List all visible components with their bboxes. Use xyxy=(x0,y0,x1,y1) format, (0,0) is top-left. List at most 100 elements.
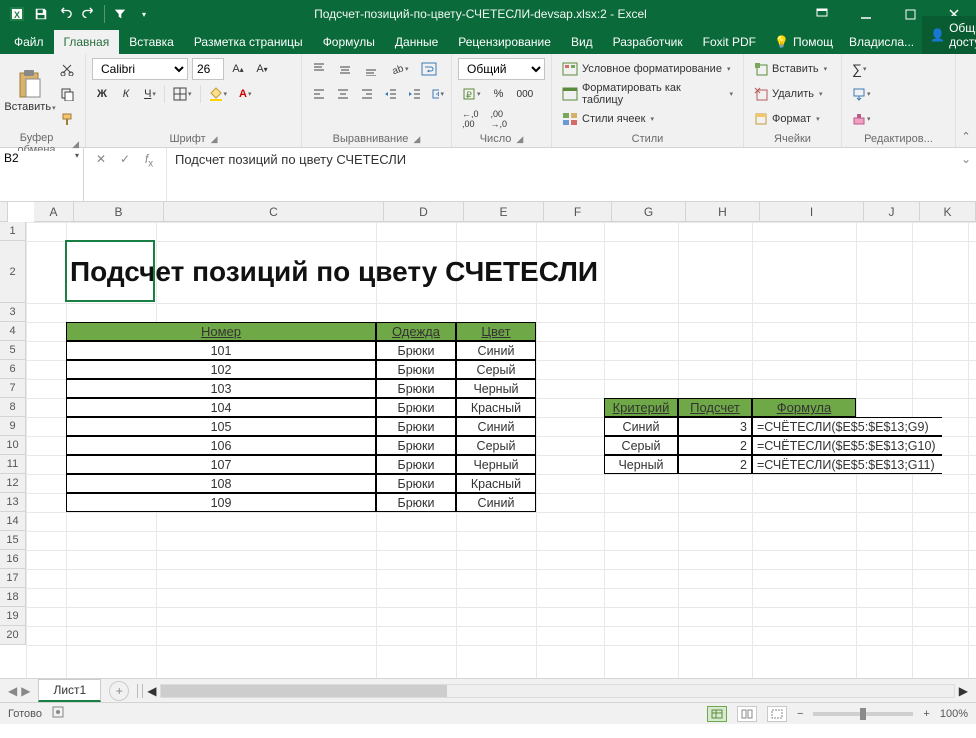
share-button[interactable]: 👤Общий доступ xyxy=(922,16,976,54)
view-page-break-icon[interactable] xyxy=(767,706,787,722)
paste-button[interactable]: Вставить xyxy=(6,58,54,124)
zoom-out-icon[interactable]: − xyxy=(797,708,803,720)
minimize-icon[interactable] xyxy=(844,0,888,28)
cell[interactable]: Цвет xyxy=(456,322,536,341)
cell[interactable]: 109 xyxy=(66,493,376,512)
fx-icon[interactable]: fx xyxy=(140,152,158,169)
tab-view[interactable]: Вид xyxy=(561,30,603,54)
expand-formula-bar-icon[interactable]: ⌄ xyxy=(956,148,976,201)
undo-icon[interactable] xyxy=(54,3,76,25)
tab-home[interactable]: Главная xyxy=(54,30,120,54)
cell[interactable]: 3 xyxy=(678,417,752,436)
orientation-icon[interactable]: ab xyxy=(386,58,413,80)
cell[interactable]: Брюки xyxy=(376,417,456,436)
underline-button[interactable]: Ч xyxy=(140,83,160,105)
column-headers[interactable]: ABCDEFGHIJK xyxy=(34,202,976,222)
tab-insert[interactable]: Вставка xyxy=(119,30,184,54)
italic-button[interactable]: К xyxy=(116,83,136,105)
cell[interactable]: Подсчет позиций по цвету СЧЕТЕСЛИ xyxy=(66,241,856,303)
cell[interactable]: Черный xyxy=(456,455,536,474)
name-box-input[interactable] xyxy=(4,151,73,165)
redo-icon[interactable] xyxy=(78,3,100,25)
formula-text[interactable]: Подсчет позиций по цвету СЧЕТЕСЛИ xyxy=(167,148,956,201)
cell[interactable]: Серый xyxy=(456,436,536,455)
zoom-slider[interactable] xyxy=(813,712,913,716)
cell[interactable]: 108 xyxy=(66,474,376,493)
conditional-formatting-button[interactable]: Условное форматирование xyxy=(558,58,734,80)
cell-grid[interactable]: Подсчет позиций по цвету СЧЕТЕСЛИ НомерОд… xyxy=(26,222,976,678)
cell[interactable]: Номер xyxy=(66,322,376,341)
cell[interactable]: 102 xyxy=(66,360,376,379)
fill-icon[interactable] xyxy=(848,83,875,105)
cell[interactable]: Синий xyxy=(456,417,536,436)
cell[interactable]: Брюки xyxy=(376,398,456,417)
scroll-right-icon[interactable]: ▶ xyxy=(959,684,968,698)
tab-page-layout[interactable]: Разметка страницы xyxy=(184,30,313,54)
cell[interactable]: Брюки xyxy=(376,436,456,455)
horizontal-scrollbar[interactable] xyxy=(160,684,954,698)
qat-customize-icon[interactable]: ▾ xyxy=(133,3,155,25)
number-format-select[interactable]: Общий xyxy=(458,58,545,80)
tab-foxit[interactable]: Foxit PDF xyxy=(693,30,766,54)
tab-review[interactable]: Рецензирование xyxy=(448,30,561,54)
tab-developer[interactable]: Разработчик xyxy=(603,30,693,54)
cell[interactable]: Синий xyxy=(456,493,536,512)
tab-file[interactable]: Файл xyxy=(4,30,54,54)
ribbon-options-icon[interactable] xyxy=(800,0,844,28)
cell[interactable]: =СЧЁТЕСЛИ($E$5:$E$13;G9) xyxy=(752,417,942,436)
insert-cells-button[interactable]: Вставить xyxy=(750,58,831,80)
decrease-decimal-icon[interactable]: ,00→,0 xyxy=(487,108,512,130)
cell[interactable]: Подсчет xyxy=(678,398,752,417)
excel-icon[interactable]: X xyxy=(6,3,28,25)
enter-formula-icon[interactable]: ✓ xyxy=(116,152,134,166)
percent-icon[interactable]: % xyxy=(489,83,509,105)
zoom-level[interactable]: 100% xyxy=(940,708,968,720)
format-painter-icon[interactable] xyxy=(56,108,78,130)
sheet-tab-active[interactable]: Лист1 xyxy=(38,679,101,702)
bold-button[interactable]: Ж xyxy=(92,83,112,105)
name-box[interactable]: ▾ xyxy=(0,148,84,201)
increase-indent-icon[interactable] xyxy=(404,83,424,105)
comma-icon[interactable]: 000 xyxy=(513,83,538,105)
cell[interactable]: Синий xyxy=(604,417,678,436)
cell[interactable]: Одежда xyxy=(376,322,456,341)
format-as-table-button[interactable]: Форматировать как таблицу xyxy=(558,83,737,105)
align-middle-icon[interactable] xyxy=(334,58,356,80)
cell-styles-button[interactable]: Стили ячеек xyxy=(558,108,658,130)
align-bottom-icon[interactable] xyxy=(360,58,382,80)
font-launcher-icon[interactable]: ◢ xyxy=(211,134,218,145)
cell[interactable]: Красный xyxy=(456,398,536,417)
splitter-icon[interactable] xyxy=(137,684,143,698)
cell[interactable]: Брюки xyxy=(376,474,456,493)
scroll-left-icon[interactable]: ◀ xyxy=(147,684,156,698)
borders-icon[interactable] xyxy=(169,83,196,105)
clear-icon[interactable] xyxy=(848,108,875,130)
cell[interactable]: Серый xyxy=(456,360,536,379)
cell[interactable]: Синий xyxy=(456,341,536,360)
row-headers[interactable]: 1234567891011121314151617181920 xyxy=(0,222,26,678)
tell-me[interactable]: 💡Помощ xyxy=(766,30,841,54)
cell[interactable]: 103 xyxy=(66,379,376,398)
font-name-select[interactable]: Calibri xyxy=(92,58,188,80)
cell[interactable]: Серый xyxy=(604,436,678,455)
cell[interactable]: Черный xyxy=(456,379,536,398)
cut-icon[interactable] xyxy=(56,58,78,80)
sheet-nav-prev-icon[interactable]: ◀ xyxy=(8,684,17,698)
copy-icon[interactable] xyxy=(56,83,78,105)
cell[interactable]: Брюки xyxy=(376,493,456,512)
view-normal-icon[interactable] xyxy=(707,706,727,722)
fill-color-icon[interactable] xyxy=(205,83,232,105)
view-page-layout-icon[interactable] xyxy=(737,706,757,722)
merge-center-icon[interactable] xyxy=(428,83,448,105)
accounting-format-icon[interactable]: ₽ xyxy=(458,83,485,105)
cell[interactable]: Брюки xyxy=(376,455,456,474)
increase-decimal-icon[interactable]: ←,0,00 xyxy=(458,108,483,130)
macro-record-icon[interactable] xyxy=(52,706,64,721)
font-size-input[interactable] xyxy=(192,58,224,80)
delete-cells-button[interactable]: Удалить xyxy=(750,83,827,105)
zoom-in-icon[interactable]: + xyxy=(923,708,929,720)
decrease-font-icon[interactable]: A▾ xyxy=(252,58,272,80)
wrap-text-icon[interactable] xyxy=(417,58,441,80)
account-name[interactable]: Владисла... xyxy=(841,30,922,54)
font-color-icon[interactable]: A xyxy=(235,83,255,105)
